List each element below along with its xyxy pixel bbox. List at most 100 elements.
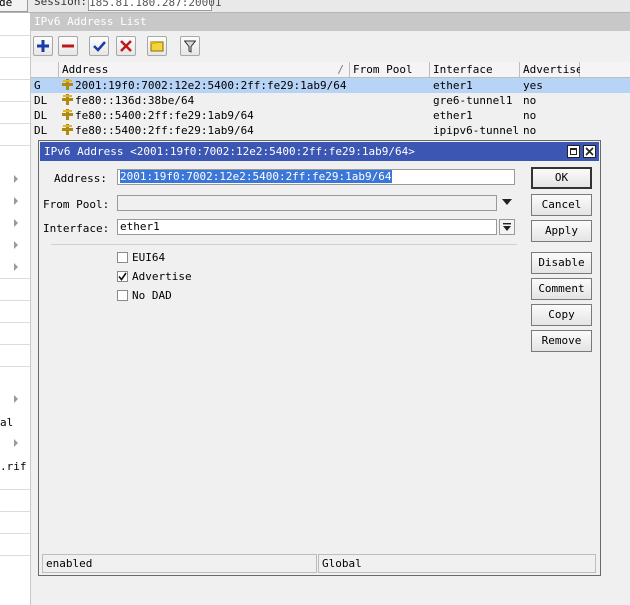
no-dad-label: No DAD (132, 289, 172, 302)
close-button[interactable] (583, 145, 596, 158)
no-dad-checkbox[interactable] (117, 290, 128, 301)
sidebar-divider (0, 344, 30, 345)
cell-advertise-text: yes (523, 79, 543, 92)
interface-select[interactable]: ether1 (117, 219, 497, 235)
submenu-arrow-icon[interactable] (14, 263, 18, 271)
cell-address-text: fe80::5400:2ff:fe29:1ab9/64 (75, 124, 254, 137)
sidebar-divider (0, 57, 30, 58)
cell-flags: DL (34, 108, 59, 123)
advertise-checkbox[interactable] (117, 271, 128, 282)
cell-advertise: no (523, 123, 580, 138)
dropdown-arrow-icon (503, 223, 511, 231)
sidebar-divider (0, 123, 30, 124)
table-row[interactable]: DL fe80::5400:2ff:fe29:1ab9/64 ipipv6-tunn… (31, 123, 630, 138)
sidebar-divider (0, 35, 30, 36)
cell-advertise: no (523, 108, 580, 123)
column-header-spacer (580, 62, 630, 78)
cell-interface: gre6-tunnel1 (433, 93, 520, 108)
comment-icon (150, 41, 164, 52)
column-header-advertise[interactable]: Advertise (520, 62, 583, 78)
cell-advertise: yes (523, 78, 580, 93)
column-header-address[interactable]: Address / (59, 62, 350, 78)
dropdown-arrow-icon[interactable] (502, 199, 512, 206)
ip-address-icon (62, 109, 73, 120)
interface-dropdown-button[interactable] (499, 219, 515, 235)
ip-address-icon (62, 79, 73, 90)
cell-interface-text: ether1 (433, 79, 473, 92)
sidebar-item-label[interactable]: .rif (0, 460, 27, 473)
sidebar-divider (0, 489, 30, 490)
submenu-arrow-icon[interactable] (14, 197, 18, 205)
close-icon (585, 147, 594, 156)
add-icon (37, 40, 49, 52)
copy-button[interactable]: Copy (531, 304, 592, 326)
remove-button[interactable] (58, 36, 78, 56)
status-global: Global (318, 554, 596, 573)
sidebar-divider (0, 555, 30, 556)
cell-address: fe80::5400:2ff:fe29:1ab9/64 (62, 123, 350, 138)
disable-button[interactable]: Disable (531, 252, 592, 274)
submenu-arrow-icon[interactable] (14, 395, 18, 403)
sidebar-item-label[interactable]: al (0, 416, 13, 429)
submenu-arrow-icon[interactable] (14, 175, 18, 183)
from-pool-select[interactable] (117, 195, 497, 211)
mode-button[interactable]: de (0, 0, 28, 12)
remove-button[interactable]: Remove (531, 330, 592, 352)
cell-address-text: 2001:19f0:7002:12e2:5400:2ff:fe29:1ab9/6… (75, 79, 347, 92)
comment-button[interactable]: Comment (531, 278, 592, 300)
table-row[interactable]: DL fe80::136d:38be/64 gre6-tunnel1 no (31, 93, 630, 108)
column-header-from-pool[interactable]: From Pool (350, 62, 430, 78)
from-pool-label: From Pool: (43, 198, 110, 211)
address-input[interactable]: 2001:19f0:7002:12e2:5400:2ff:fe29:1ab9/6… (117, 169, 515, 185)
address-label: Address: (54, 172, 107, 185)
dialog-title-text: IPv6 Address <2001:19f0:7002:12e2:5400:2… (44, 145, 415, 158)
maximize-button[interactable] (567, 145, 580, 158)
ok-button[interactable]: OK (531, 167, 592, 189)
cell-from-pool (353, 78, 430, 93)
maximize-icon (570, 148, 577, 155)
cell-address-text: fe80::5400:2ff:fe29:1ab9/64 (75, 109, 254, 122)
remove-icon (62, 44, 74, 48)
comment-button[interactable] (147, 36, 167, 56)
apply-button[interactable]: Apply (531, 220, 592, 242)
submenu-arrow-icon[interactable] (14, 439, 18, 447)
cell-address-text: fe80::136d:38be/64 (75, 94, 195, 107)
cell-interface: ether1 (433, 108, 520, 123)
cell-flags: DL (34, 123, 59, 138)
interface-label: Interface: (43, 222, 110, 235)
cell-from-pool (353, 123, 430, 138)
column-header-interface[interactable]: Interface (430, 62, 520, 78)
check-icon (92, 41, 106, 52)
submenu-arrow-icon[interactable] (14, 219, 18, 227)
column-header-flags[interactable] (31, 62, 59, 78)
cancel-button[interactable]: Cancel (531, 194, 592, 216)
ipv6-address-dialog: IPv6 Address <2001:19f0:7002:12e2:5400:2… (38, 140, 601, 576)
dialog-title: IPv6 Address <2001:19f0:7002:12e2:5400:2… (40, 142, 599, 161)
cell-advertise-text: no (523, 94, 537, 107)
filter-button[interactable] (180, 36, 200, 56)
submenu-arrow-icon[interactable] (14, 241, 18, 249)
table-row[interactable]: G 2001:19f0:7002:12e2:5400:2ff:fe29:1ab9/… (31, 78, 630, 93)
sidebar-divider (0, 145, 30, 146)
x-icon (120, 40, 132, 52)
address-value: 2001:19f0:7002:12e2:5400:2ff:fe29:1ab9/6… (120, 170, 392, 183)
eui64-checkbox[interactable] (117, 252, 128, 263)
cell-flags: G (34, 78, 59, 93)
table-row[interactable]: DL fe80::5400:2ff:fe29:1ab9/64 ether1 no (31, 108, 630, 123)
sidebar-divider (0, 101, 30, 102)
enable-button[interactable] (89, 36, 109, 56)
status-enabled: enabled (42, 554, 317, 573)
sidebar-divider (0, 366, 30, 367)
toolbar (31, 31, 630, 61)
cell-from-pool (353, 93, 430, 108)
cell-address: fe80::136d:38be/64 (62, 93, 350, 108)
add-button[interactable] (33, 36, 53, 56)
ip-address-icon (62, 124, 73, 135)
cell-interface-text: ipipv6-tunnel1 (433, 124, 520, 137)
disable-button[interactable] (116, 36, 136, 56)
session-field[interactable]: 185.81.180.287:20001 (88, 0, 221, 11)
cell-address: fe80::5400:2ff:fe29:1ab9/64 (62, 108, 350, 123)
sidebar-menu: al .rif (0, 13, 32, 605)
ip-address-icon (62, 94, 73, 105)
sidebar-divider (0, 300, 30, 301)
